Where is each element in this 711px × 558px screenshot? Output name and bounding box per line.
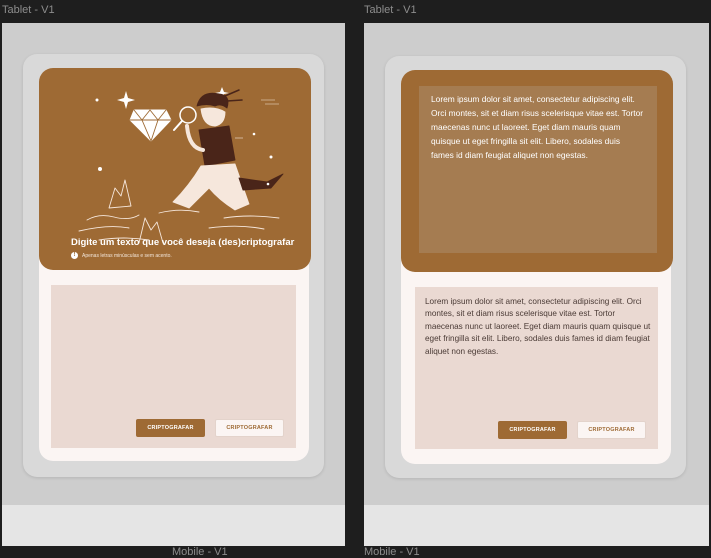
tablet-frame-left: Digite um texto que você deseja (des)cri… [2, 23, 345, 546]
input-textarea[interactable]: Lorem ipsum dolor sit amet, consectetur … [419, 86, 657, 253]
encrypt-button[interactable]: CRIPTOGRAFAR [498, 421, 567, 439]
frame-label-left: Tablet - V1 [2, 4, 55, 16]
frame-footer [2, 505, 345, 546]
decrypt-button[interactable]: CRIPTOGRAFAR [215, 419, 284, 437]
tablet-frame-right: Lorem ipsum dolor sit amet, consectetur … [364, 23, 709, 546]
frame-footer [364, 505, 709, 546]
frame-label-bottom-right: Mobile - V1 [364, 546, 420, 558]
encrypt-button[interactable]: CRIPTOGRAFAR [136, 419, 205, 437]
frame-label-right: Tablet - V1 [364, 4, 417, 16]
hero-hint: ! Apenas letras minúsculas e sem acento. [71, 252, 172, 259]
decrypt-button[interactable]: CRIPTOGRAFAR [577, 421, 646, 439]
hint-text: Apenas letras minúsculas e sem acento. [82, 252, 172, 259]
hero-panel: Digite um texto que você deseja (des)cri… [39, 68, 311, 270]
hero-title: Digite um texto que você deseja (des)cri… [71, 237, 295, 248]
info-icon: ! [71, 252, 78, 259]
output-text: Lorem ipsum dolor sit amet, consectetur … [425, 297, 651, 356]
frame-label-bottom-left: Mobile - V1 [172, 546, 228, 558]
